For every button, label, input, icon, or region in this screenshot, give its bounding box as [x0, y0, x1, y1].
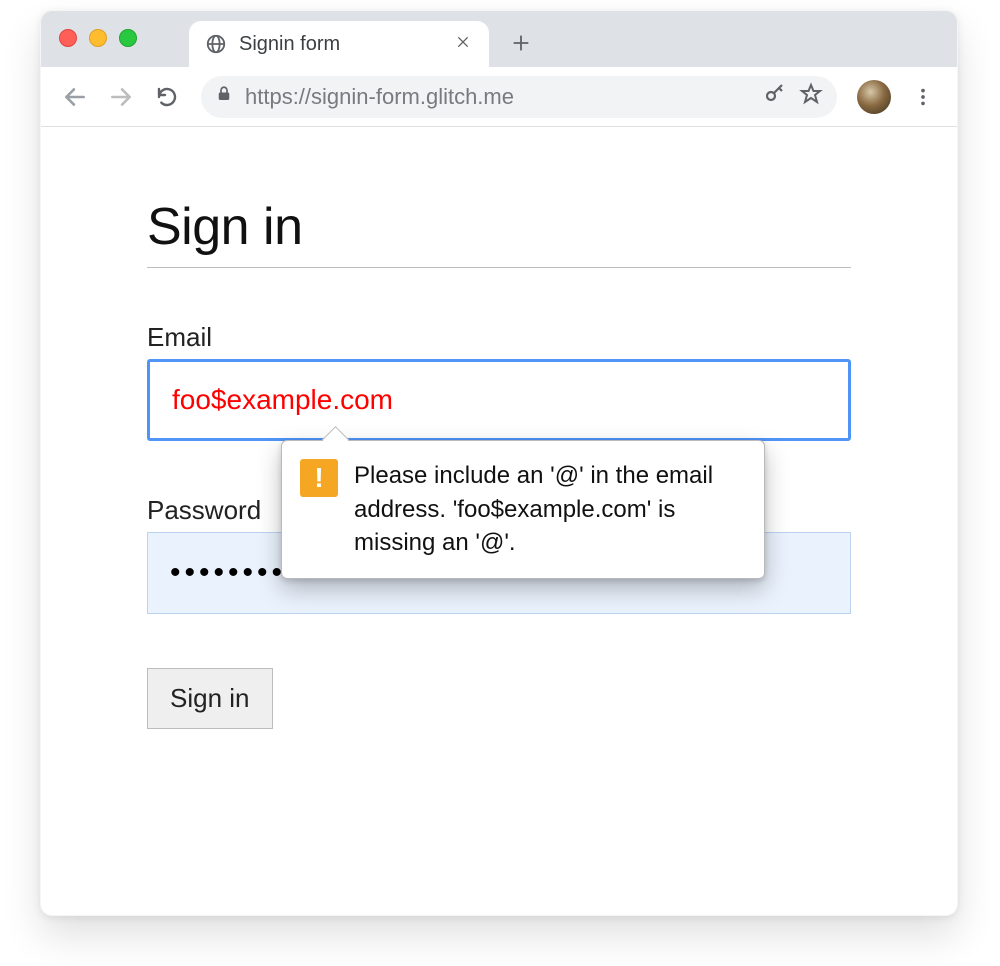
address-bar[interactable]: https://signin-form.glitch.me	[201, 76, 837, 118]
page-content: Sign in Email ! Please include an '@' in…	[41, 127, 957, 729]
email-label: Email	[147, 322, 851, 353]
signin-button[interactable]: Sign in	[147, 668, 273, 729]
browser-menu-button[interactable]	[903, 77, 943, 117]
maximize-window-button[interactable]	[119, 29, 137, 47]
browser-tab[interactable]: Signin form	[189, 21, 489, 67]
new-tab-button[interactable]	[501, 23, 541, 63]
validation-tooltip: ! Please include an '@' in the email add…	[281, 440, 765, 579]
tab-title: Signin form	[239, 33, 340, 56]
page-title: Sign in	[147, 197, 851, 268]
email-input[interactable]	[147, 359, 851, 441]
close-tab-button[interactable]	[451, 29, 475, 60]
warning-icon: !	[300, 459, 338, 497]
forward-button[interactable]	[101, 77, 141, 117]
back-button[interactable]	[55, 77, 95, 117]
reload-button[interactable]	[147, 77, 187, 117]
tab-bar: Signin form	[41, 11, 957, 67]
key-icon[interactable]	[763, 82, 787, 111]
globe-icon	[205, 33, 227, 55]
minimize-window-button[interactable]	[89, 29, 107, 47]
browser-window: Signin form https://signin-form.glitch.m…	[40, 10, 958, 916]
validation-message: Please include an '@' in the email addre…	[354, 459, 744, 560]
url-text: https://signin-form.glitch.me	[245, 84, 751, 110]
browser-toolbar: https://signin-form.glitch.me	[41, 67, 957, 127]
close-window-button[interactable]	[59, 29, 77, 47]
email-field-group: Email ! Please include an '@' in the ema…	[147, 322, 851, 441]
bookmark-star-icon[interactable]	[799, 82, 823, 111]
profile-avatar[interactable]	[857, 80, 891, 114]
lock-icon	[215, 85, 233, 108]
window-controls	[59, 29, 137, 47]
